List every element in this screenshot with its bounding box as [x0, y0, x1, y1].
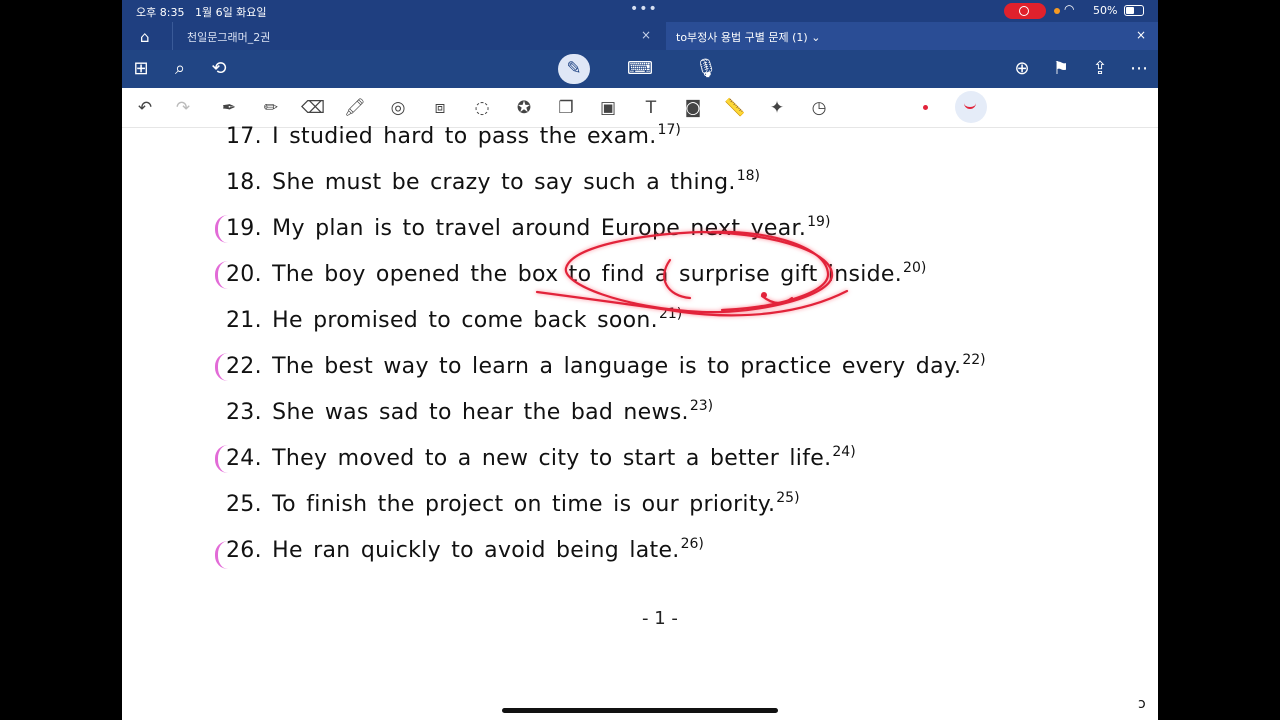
- image-icon[interactable]: ▣: [596, 96, 620, 120]
- shape-icon[interactable]: ◎: [386, 96, 410, 120]
- tab-document-1[interactable]: 천일문그래머_2권 ×: [172, 22, 663, 50]
- status-bar: 오후 8:35 1월 6일 화요일 ••• ◠ 50%: [122, 0, 1158, 22]
- sticker-icon[interactable]: ✪: [512, 96, 536, 120]
- corner-ink-mark: ↄ: [1138, 696, 1146, 712]
- color-swatch-red[interactable]: [923, 105, 928, 110]
- text-icon[interactable]: T: [639, 96, 663, 120]
- redo-icon[interactable]: ↷: [171, 96, 195, 120]
- add-page-icon[interactable]: ⊕: [1009, 56, 1035, 82]
- lasso-fill-icon[interactable]: ⧈: [428, 96, 452, 120]
- close-tab-icon[interactable]: ×: [1136, 28, 1146, 42]
- close-tab-icon[interactable]: ×: [641, 28, 651, 42]
- eraser-icon[interactable]: ⌫: [301, 96, 325, 120]
- battery-percent: 50%: [1093, 4, 1118, 17]
- tab-document-2[interactable]: to부정사 용법 구별 문제 (1) ⌄ ×: [666, 22, 1158, 50]
- app-screen: 오후 8:35 1월 6일 화요일 ••• ◠ 50% ⌂ 천일문그래머_2권 …: [122, 0, 1158, 720]
- lasso-icon[interactable]: ◌: [470, 96, 494, 120]
- pen-icon[interactable]: ✒: [217, 96, 241, 120]
- grid-icon[interactable]: ⊞: [128, 56, 154, 82]
- status-time: 오후 8:35 1월 6일 화요일: [136, 6, 267, 19]
- home-tab[interactable]: ⌂: [132, 22, 164, 50]
- tab-label: 천일문그래머_2권: [187, 31, 271, 44]
- copy-icon[interactable]: ❐: [554, 96, 578, 120]
- tab-bar: ⌂ 천일문그래머_2권 × to부정사 용법 구별 문제 (1) ⌄ ×: [122, 22, 1158, 50]
- wifi-icon: ◠: [1064, 2, 1075, 16]
- battery-icon: [1124, 5, 1144, 16]
- clock-icon[interactable]: ◷: [807, 96, 831, 120]
- tab-label: to부정사 용법 구별 문제 (1) ⌄: [676, 31, 821, 44]
- highlighter-icon[interactable]: 🖍: [343, 96, 367, 120]
- share-icon[interactable]: ⇪: [1087, 56, 1113, 82]
- chevron-down-icon: ⌄: [811, 31, 821, 44]
- document-page[interactable]: 17. I studied hard to pass the exam.17) …: [122, 122, 1158, 708]
- selected-color-indicator: [964, 101, 976, 109]
- screen-record-icon[interactable]: [1004, 3, 1046, 19]
- mic-indicator-dot: [1054, 8, 1060, 14]
- more-icon[interactable]: ⋯: [1126, 56, 1152, 82]
- laser-icon[interactable]: ✦: [765, 96, 789, 120]
- page-number: - 1 -: [642, 608, 678, 629]
- ink-dot: [761, 292, 767, 298]
- lasso-plus-icon[interactable]: ⟲: [206, 56, 232, 82]
- undo-icon[interactable]: ↶: [133, 96, 157, 120]
- red-ink-annotation[interactable]: [122, 128, 1158, 598]
- bookmark-icon[interactable]: ⚑: [1048, 56, 1074, 82]
- home-indicator[interactable]: [502, 708, 778, 713]
- search-icon[interactable]: ⌕: [167, 56, 193, 82]
- camera-icon[interactable]: ◙: [681, 96, 705, 120]
- multitask-dots-icon[interactable]: •••: [630, 1, 658, 17]
- pen-mode-icon[interactable]: ✎: [558, 54, 590, 84]
- active-color-button[interactable]: [955, 91, 987, 123]
- pencil-icon[interactable]: ✏: [259, 96, 283, 120]
- keyboard-icon[interactable]: ⌨: [627, 56, 653, 82]
- ruler-icon[interactable]: 📏: [723, 96, 747, 120]
- mic-icon[interactable]: 🎙: [693, 56, 719, 82]
- main-toolbar: ⊞ ⌕ ⟲ ✎ ⌨ 🎙 ⊕ ⚑ ⇪ ⋯: [122, 50, 1158, 88]
- home-icon: ⌂: [140, 28, 150, 46]
